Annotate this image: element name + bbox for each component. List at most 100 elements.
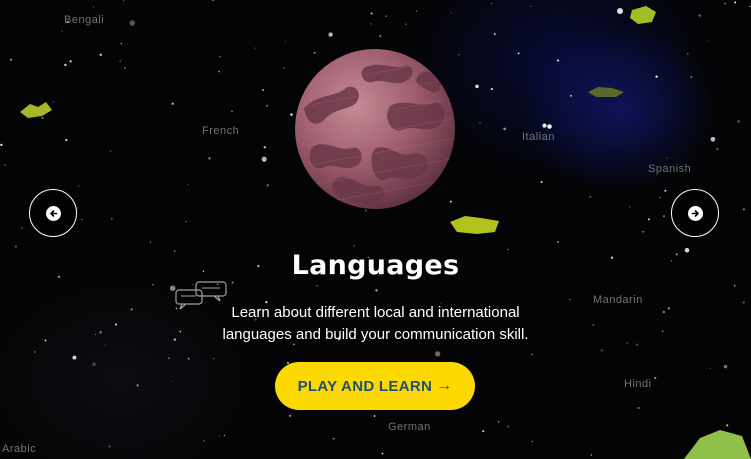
star <box>540 180 543 184</box>
star <box>14 245 17 248</box>
star <box>69 60 72 63</box>
star <box>726 424 729 427</box>
star <box>590 454 593 456</box>
star <box>283 67 285 70</box>
star <box>136 384 139 387</box>
star <box>20 227 23 230</box>
star <box>203 440 205 442</box>
star <box>290 113 293 116</box>
slide-description-line: Learn about different local and internat… <box>231 304 520 321</box>
bg-label-bengali: Bengali <box>64 14 105 26</box>
star <box>168 357 170 359</box>
star <box>328 32 333 37</box>
star <box>507 425 510 428</box>
star <box>475 84 479 89</box>
bg-label-german: German <box>388 421 431 433</box>
star <box>490 2 493 5</box>
star <box>208 157 211 160</box>
bg-label-mandarin: Mandarin <box>593 294 643 306</box>
star <box>379 35 382 38</box>
star <box>493 33 496 36</box>
decor-blob <box>684 430 751 459</box>
carousel-prev-button[interactable] <box>29 189 77 237</box>
star <box>0 143 3 147</box>
star <box>709 367 711 369</box>
star <box>129 20 136 26</box>
star <box>530 5 532 7</box>
star <box>4 164 7 166</box>
star <box>212 0 215 2</box>
star <box>110 217 113 220</box>
star <box>44 339 47 342</box>
star <box>120 42 123 45</box>
star <box>353 245 355 247</box>
star <box>231 110 233 113</box>
arrow-left-circle-icon <box>45 205 61 221</box>
star <box>547 124 552 129</box>
star <box>698 14 701 17</box>
star <box>531 440 534 443</box>
star <box>95 333 97 335</box>
hero-carousel: Bengali French Italian Spanish Mandarin … <box>0 0 751 459</box>
star <box>263 146 267 149</box>
star <box>130 308 133 311</box>
slide-title: Languages <box>291 250 460 281</box>
star <box>171 102 174 105</box>
star <box>569 298 571 301</box>
star <box>600 349 604 352</box>
star <box>375 289 378 292</box>
star <box>662 310 666 314</box>
star <box>114 323 118 326</box>
star <box>124 67 126 69</box>
star <box>592 323 595 326</box>
star <box>557 241 560 243</box>
star <box>503 127 506 131</box>
star <box>185 221 187 223</box>
star <box>686 52 689 55</box>
star <box>663 215 665 218</box>
decor-blob <box>450 216 499 234</box>
bg-label-french: French <box>202 125 240 137</box>
star <box>92 362 96 366</box>
star <box>370 23 372 25</box>
star <box>81 218 83 220</box>
play-and-learn-button[interactable]: PLAY AND LEARN → <box>275 362 475 410</box>
star <box>654 376 657 380</box>
arrow-right-circle-icon <box>687 205 703 221</box>
star <box>213 358 215 360</box>
star <box>661 330 664 333</box>
star <box>498 421 500 423</box>
star <box>531 353 534 356</box>
star <box>664 189 667 192</box>
star <box>77 185 80 187</box>
star <box>734 285 736 287</box>
bg-label-spanish: Spanish <box>648 163 692 175</box>
slide-description: Learn about different local and internat… <box>175 302 576 346</box>
star <box>435 351 441 357</box>
star <box>710 136 716 142</box>
star <box>218 70 220 73</box>
decor-blob <box>20 102 52 118</box>
star <box>589 195 592 198</box>
star <box>642 230 645 233</box>
star <box>61 30 63 33</box>
star <box>231 281 234 284</box>
star <box>187 357 190 360</box>
star <box>742 301 745 304</box>
star <box>288 414 292 417</box>
star <box>655 75 658 78</box>
star <box>405 23 407 25</box>
star <box>104 344 106 346</box>
star <box>635 343 639 346</box>
star <box>542 123 547 128</box>
carousel-next-button[interactable] <box>671 189 719 237</box>
star <box>65 139 68 142</box>
star <box>99 331 102 334</box>
star <box>332 437 335 440</box>
star <box>123 0 125 1</box>
planet-illustration <box>295 49 455 209</box>
star <box>262 89 264 91</box>
star <box>381 452 384 455</box>
star <box>556 59 560 62</box>
star <box>628 206 631 208</box>
